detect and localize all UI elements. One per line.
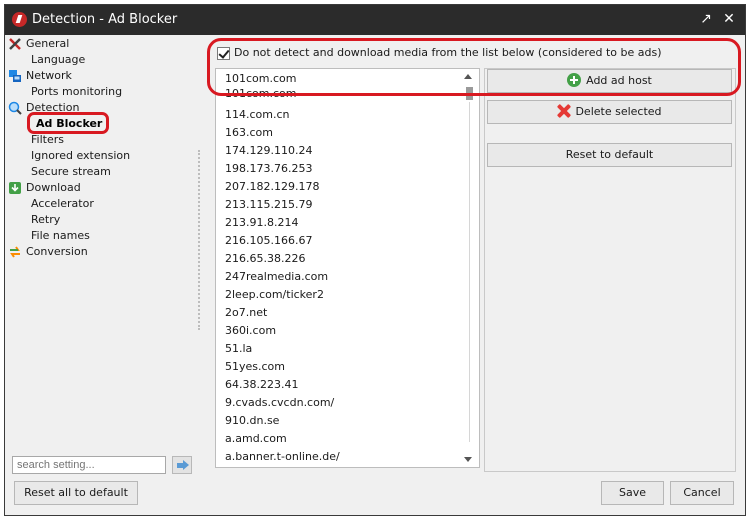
nav-item-label: General: [26, 37, 70, 50]
list-actions-panel: [484, 68, 736, 472]
list-item[interactable]: 216.65.38.226: [225, 250, 305, 268]
list-item[interactable]: 360i.com: [225, 322, 276, 340]
nav-item-label: Download: [26, 181, 81, 194]
close-window-icon[interactable]: ✕: [720, 10, 738, 28]
nav-item-label: Retry: [31, 213, 61, 226]
conversion-icon: [10, 246, 20, 258]
nav-item-accelerator[interactable]: Accelerator: [31, 196, 94, 212]
title-bar: Detection - Ad Blocker ↗ ✕: [5, 5, 745, 35]
network-icon: [9, 70, 21, 82]
nav-item-filters[interactable]: Filters: [31, 132, 64, 148]
list-item[interactable]: 2leep.com/ticker2: [225, 286, 324, 304]
nav-item-secure-stream[interactable]: Secure stream: [31, 164, 111, 180]
nav-item-language[interactable]: Language: [31, 52, 85, 68]
restore-window-icon[interactable]: ↗: [697, 10, 715, 28]
list-item[interactable]: 198.173.76.253: [225, 160, 312, 178]
nav-item-label: File names: [31, 229, 90, 242]
nav-item-ports-monitoring[interactable]: Ports monitoring: [31, 84, 122, 100]
list-item[interactable]: 64.38.223.41: [225, 376, 298, 394]
nav-item-label: Ports monitoring: [31, 85, 123, 98]
list-scrollbar-track[interactable]: [469, 102, 470, 442]
list-item[interactable]: 216.105.166.67: [225, 232, 312, 250]
reset-to-default-button[interactable]: Reset to default: [487, 143, 732, 167]
list-item[interactable]: 910.dn.se: [225, 412, 279, 430]
nav-item-label: Ignored extension: [31, 149, 131, 162]
nav-item-label: Filters: [31, 133, 64, 146]
search-setting-input[interactable]: [12, 456, 166, 474]
delete-x-icon: [557, 104, 571, 118]
delete-selected-label: Delete selected: [575, 105, 662, 118]
list-item[interactable]: a.banner.t-online.de/: [225, 448, 340, 466]
settings-nav-tree: General Language Network Ports monitorin…: [6, 34, 204, 444]
list-item[interactable]: 213.115.215.79: [225, 196, 312, 214]
list-item[interactable]: 51yes.com: [225, 358, 285, 376]
nav-item-retry[interactable]: Retry: [31, 212, 60, 228]
nav-item-label: Language: [31, 53, 86, 66]
nav-item-label: Accelerator: [31, 197, 94, 210]
list-item[interactable]: 114.com.cn: [225, 106, 290, 124]
download-icon: [9, 182, 21, 194]
list-item[interactable]: 213.91.8.214: [225, 214, 298, 232]
tools-icon: [9, 38, 21, 50]
app-logo-icon: [12, 12, 27, 27]
nav-item-label: Network: [26, 69, 72, 82]
list-item[interactable]: 163.com: [225, 124, 273, 142]
list-item[interactable]: 247realmedia.com: [225, 268, 328, 286]
cancel-button[interactable]: Cancel: [670, 481, 734, 505]
magnifier-icon: [8, 101, 22, 115]
nav-item-ignored-extension[interactable]: Ignored extension: [31, 148, 130, 164]
ad-host-list[interactable]: 101com.com 101com.com 114.com.cn 163.com…: [215, 68, 480, 468]
list-item[interactable]: 51.la: [225, 340, 252, 358]
reset-all-button[interactable]: Reset all to default: [14, 481, 138, 505]
nav-item-label: Secure stream: [31, 165, 111, 178]
list-item[interactable]: 207.182.129.178: [225, 178, 319, 196]
list-item[interactable]: 2o7.net: [225, 304, 267, 322]
scroll-down-arrow-icon[interactable]: [464, 457, 472, 462]
list-item[interactable]: 9.cvads.cvcdn.com/: [225, 394, 334, 412]
ad-blocker-annotation-outline: [27, 112, 109, 134]
delete-selected-button[interactable]: Delete selected: [487, 100, 732, 124]
nav-item-label: Conversion: [26, 245, 88, 258]
splitter-handle[interactable]: [198, 150, 200, 330]
nav-item-file-names[interactable]: File names: [31, 228, 90, 244]
list-item[interactable]: a.amd.com: [225, 430, 287, 448]
checkbox-annotation-outline: [207, 38, 741, 96]
window-title: Detection - Ad Blocker: [32, 12, 178, 27]
list-item[interactable]: 174.129.110.24: [225, 142, 312, 160]
search-go-arrow-icon[interactable]: [172, 456, 192, 474]
save-button[interactable]: Save: [601, 481, 664, 505]
